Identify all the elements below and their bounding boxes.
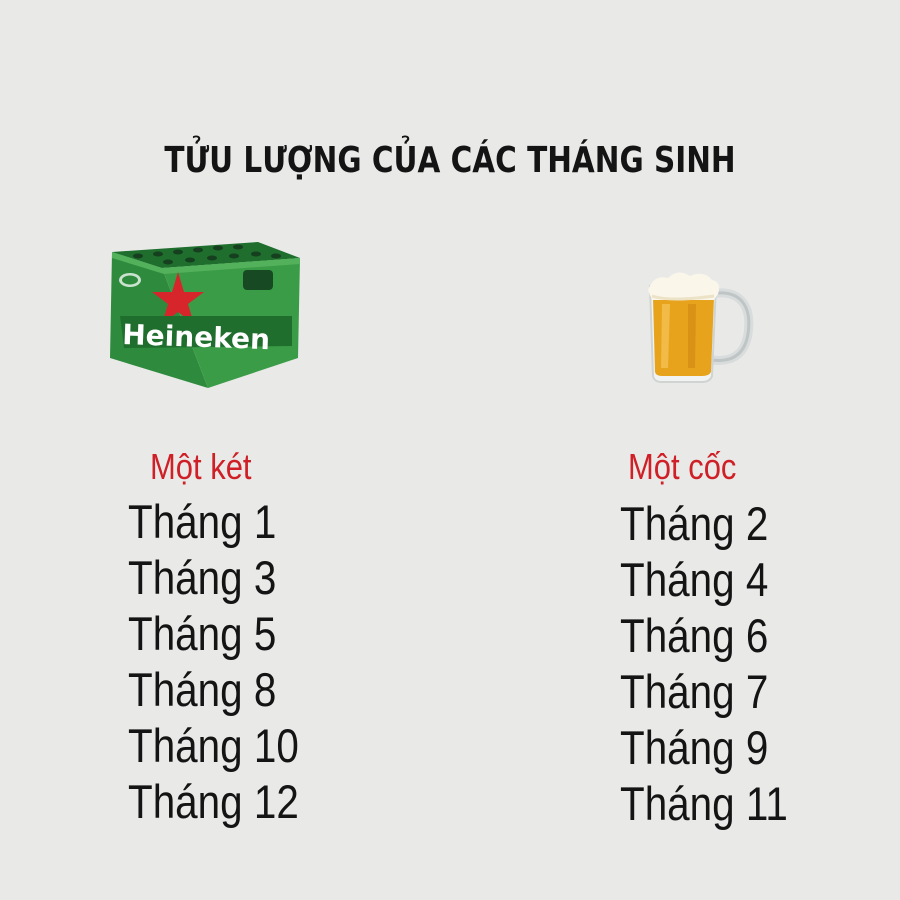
left-column-heading: Một két: [150, 446, 252, 487]
list-item: Tháng 8: [128, 663, 277, 716]
left-month-list: Tháng 1 Tháng 3 Tháng 5 Tháng 8 Tháng 10…: [128, 494, 327, 830]
beer-crate-icon: Heineken: [108, 238, 308, 398]
list-item: Tháng 6: [620, 609, 769, 662]
beer-mug-icon: [640, 264, 758, 386]
page-title: TỬU LƯỢNG CỦA CÁC THÁNG SINH: [164, 140, 736, 181]
right-column-heading: Một cốc: [628, 446, 737, 487]
list-item: Tháng 7: [620, 665, 769, 718]
list-item: Tháng 5: [128, 607, 277, 660]
list-item: Tháng 4: [620, 553, 769, 606]
list-item: Tháng 11: [620, 777, 788, 830]
list-item: Tháng 9: [620, 721, 769, 774]
list-item: Tháng 10: [128, 719, 299, 772]
list-item: Tháng 12: [128, 775, 299, 828]
list-item: Tháng 3: [128, 551, 277, 604]
list-item: Tháng 1: [128, 495, 277, 548]
list-item: Tháng 2: [620, 497, 769, 550]
svg-text:Heineken: Heineken: [122, 318, 271, 356]
right-month-list: Tháng 2 Tháng 4 Tháng 6 Tháng 7 Tháng 9 …: [620, 496, 815, 832]
